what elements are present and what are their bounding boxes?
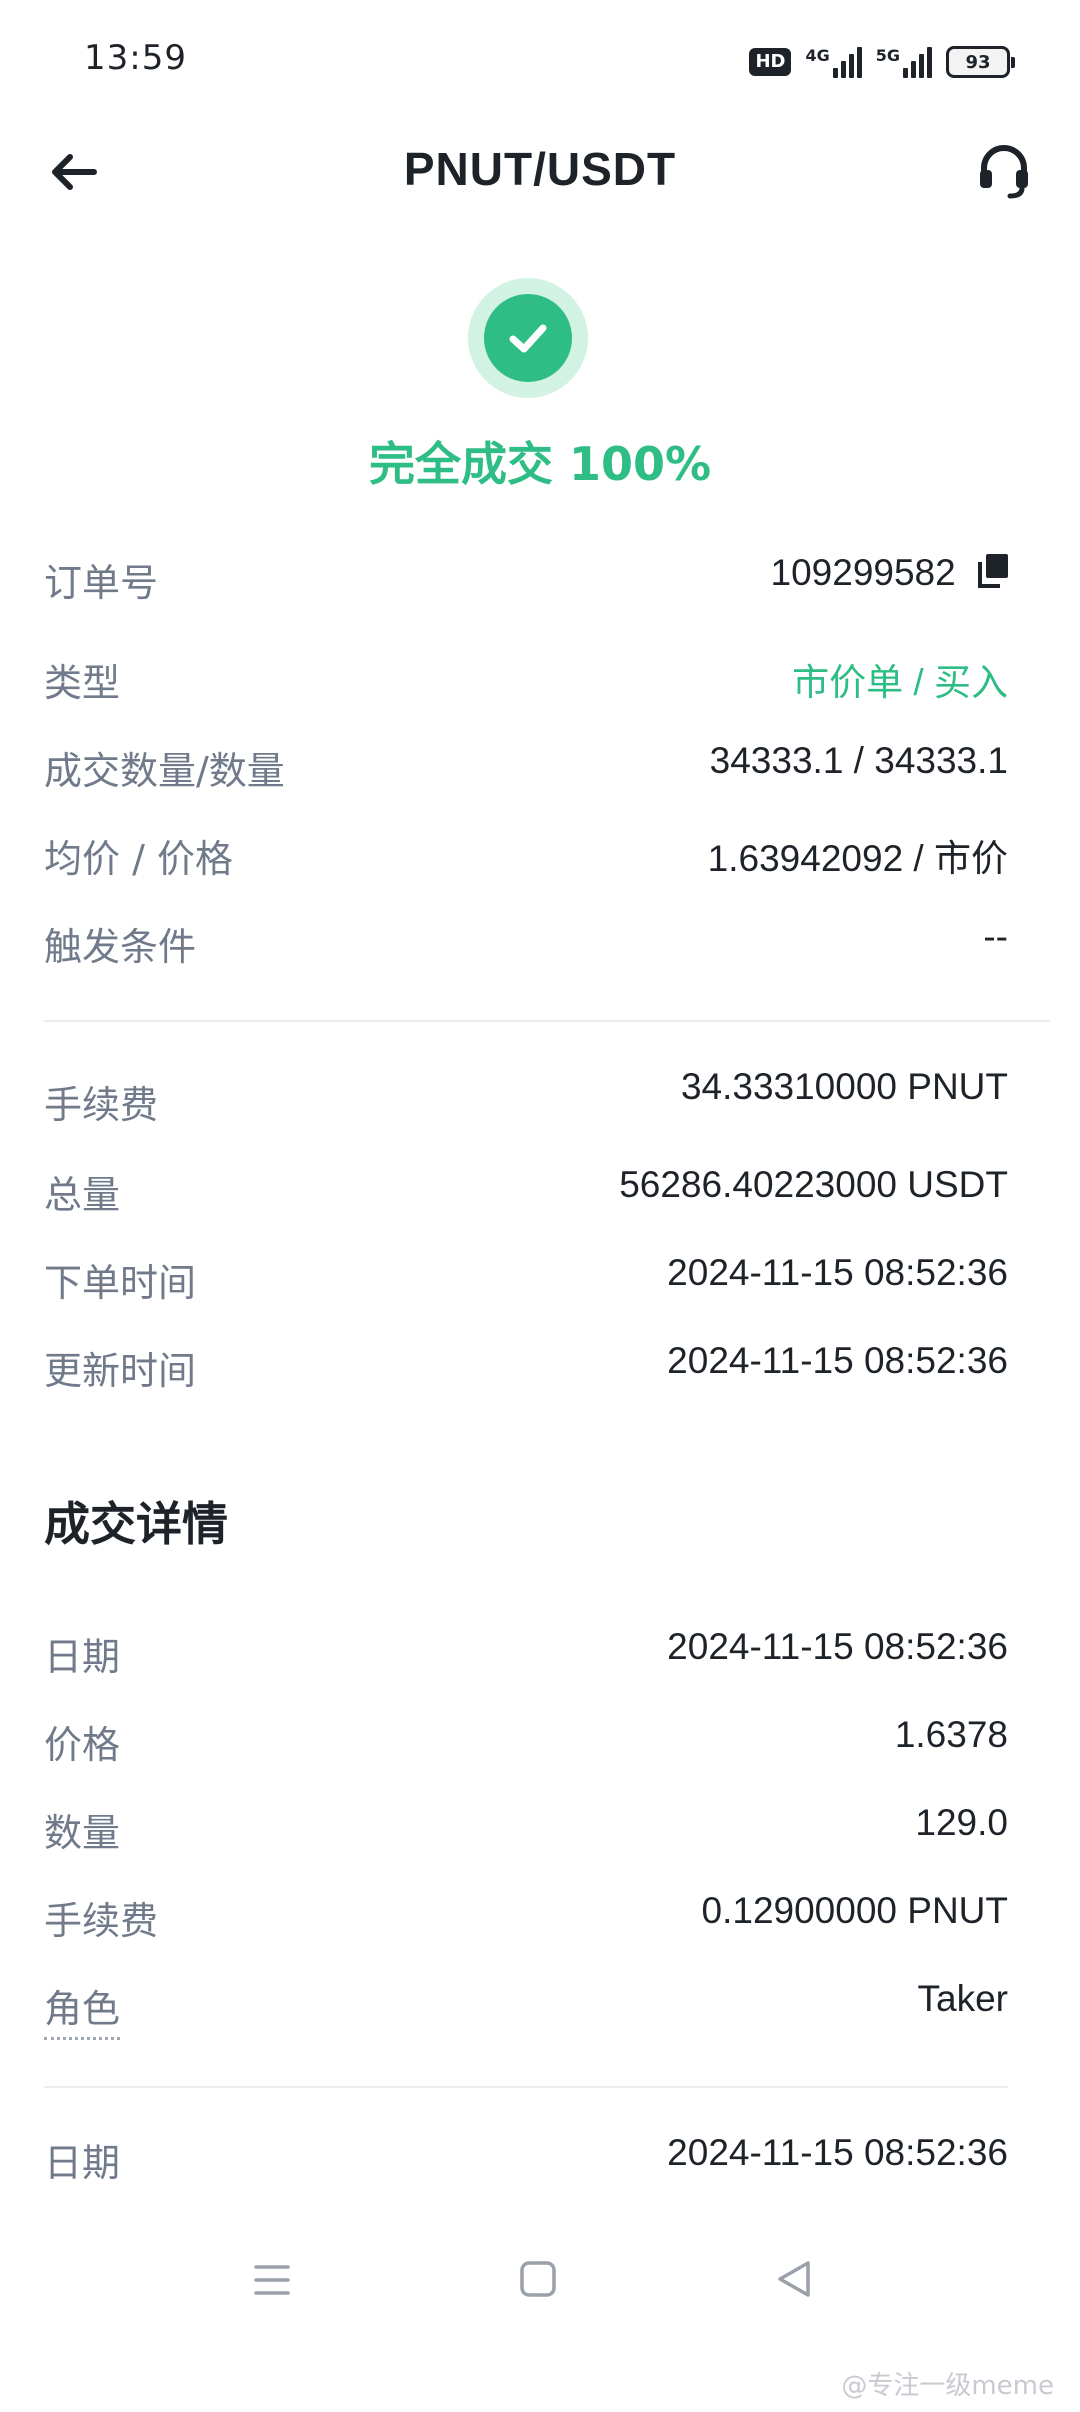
check-circle-icon [468, 278, 588, 398]
fee-label: 手续费 [44, 1083, 159, 1127]
order-id-label: 订单号 [44, 561, 159, 605]
system-nav-bar [0, 2250, 1080, 2340]
trade-details-title: 成交详情 [44, 1497, 228, 1551]
home-square-icon [520, 2261, 556, 2297]
update-time-label: 更新时间 [44, 1349, 197, 1393]
trigger-value: -- [983, 916, 1008, 957]
trade-role-value: Taker [917, 1978, 1008, 2019]
total-row: 总量 56286.40223000 USDT [44, 1164, 1008, 1224]
trade-date-row: 日期 2024-11-15 08:52:36 [44, 2132, 1008, 2192]
order-id-row: 订单号 109299582 [44, 552, 1008, 612]
avg-price-row: 均价 / 价格 1.63942092 / 市价 [44, 828, 1008, 888]
status-bar: 13:59 HD 4G 5G 93 [0, 0, 1080, 120]
order-time-row: 下单时间 2024-11-15 08:52:36 [44, 1252, 1008, 1312]
status-time: 13:59 [84, 38, 187, 78]
trade-fee-row: 手续费 0.12900000 PNUT [44, 1890, 1008, 1950]
signal-5g-icon: 5G [876, 46, 932, 78]
system-back-button[interactable] [764, 2250, 824, 2310]
trade-date-row: 日期 2024-11-15 08:52:36 [44, 1626, 1008, 1686]
divider [44, 2086, 1008, 2088]
avg-price-label: 均价 / 价格 [44, 837, 233, 881]
back-triangle-icon [778, 2261, 810, 2297]
order-status-text: 完全成交 100% [368, 437, 712, 491]
status-icons: HD 4G 5G 93 [749, 40, 1015, 84]
avg-price-value: 1.63942092 / 市价 [707, 838, 1008, 879]
order-type-value: 市价单 / 买入 [792, 662, 1008, 703]
watermark: @专注一级meme [841, 2371, 1054, 2401]
menu-button[interactable] [242, 2250, 302, 2310]
trade-price-value: 1.6378 [894, 1714, 1008, 1755]
update-time-value: 2024-11-15 08:52:36 [667, 1340, 1008, 1381]
fee-value: 34.33310000 PNUT [680, 1066, 1008, 1107]
signal-4g-icon: 4G [805, 46, 862, 78]
copy-icon[interactable] [976, 554, 1008, 589]
total-label: 总量 [44, 1173, 121, 1217]
menu-icon [254, 2265, 290, 2295]
page-title: PNUT/USDT [403, 143, 677, 195]
trade-role-row: 角色 Taker [44, 1978, 1008, 2052]
trade-fee-label: 手续费 [44, 1899, 159, 1943]
fee-row: 手续费 34.33310000 PNUT [44, 1066, 1008, 1134]
update-time-row: 更新时间 2024-11-15 08:52:36 [44, 1340, 1008, 1400]
headset-icon [980, 145, 1028, 199]
order-time-label: 下单时间 [44, 1261, 197, 1305]
order-id-value: 109299582 [771, 552, 1008, 594]
trigger-label: 触发条件 [44, 925, 197, 969]
filled-qty-row: 成交数量/数量 34333.1 / 34333.1 [44, 740, 1008, 800]
total-value: 56286.40223000 USDT [619, 1164, 1008, 1205]
hd-badge: HD [749, 48, 792, 76]
trade-qty-label: 数量 [44, 1811, 121, 1855]
order-time-value: 2024-11-15 08:52:36 [667, 1252, 1008, 1293]
trade-qty-row: 数量 129.0 [44, 1802, 1008, 1862]
trade-date-value: 2024-11-15 08:52:36 [667, 1626, 1008, 1667]
trigger-row: 触发条件 -- [44, 916, 1008, 976]
battery-icon: 93 [946, 46, 1015, 78]
trade-date-label: 日期 [44, 1635, 121, 1679]
divider [44, 1020, 1050, 1022]
trade-fee-value: 0.12900000 PNUT [701, 1890, 1008, 1931]
filled-qty-value: 34333.1 / 34333.1 [709, 740, 1008, 781]
order-type-label: 类型 [44, 661, 121, 705]
filled-qty-label: 成交数量/数量 [44, 749, 285, 793]
trade-date-value: 2024-11-15 08:52:36 [667, 2132, 1008, 2173]
order-type-row: 类型 市价单 / 买入 [44, 652, 1008, 712]
support-button[interactable] [972, 138, 1036, 202]
battery-level: 93 [965, 51, 991, 73]
trade-price-label: 价格 [44, 1723, 121, 1767]
trade-qty-value: 129.0 [915, 1802, 1008, 1843]
nav-header: PNUT/USDT [0, 120, 1080, 230]
trade-role-label[interactable]: 角色 [44, 1978, 121, 2040]
trade-price-row: 价格 1.6378 [44, 1714, 1008, 1774]
home-button[interactable] [508, 2250, 568, 2310]
trade-date-label: 日期 [44, 2141, 121, 2185]
